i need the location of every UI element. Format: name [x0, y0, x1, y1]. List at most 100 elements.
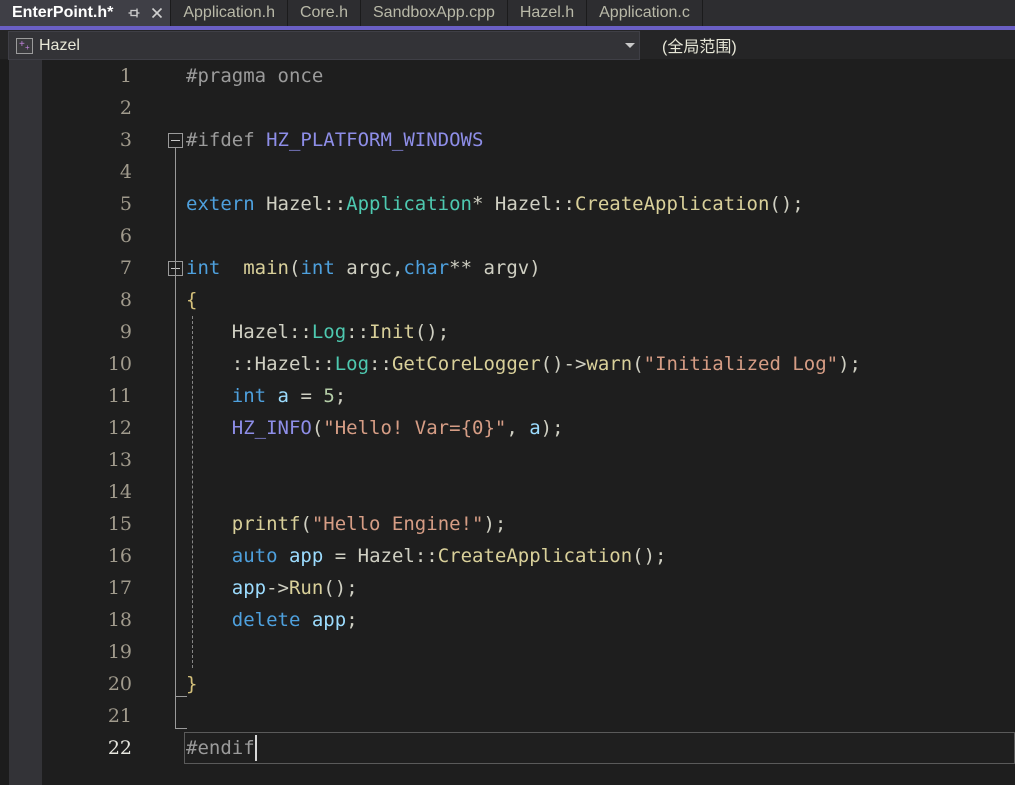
- code-line-text: {: [186, 284, 197, 316]
- code-token: (: [632, 353, 644, 375]
- code-token: app: [311, 609, 347, 631]
- code-line[interactable]: 14: [42, 476, 1015, 508]
- code-line[interactable]: 20}: [42, 668, 1015, 700]
- code-token: ();: [414, 321, 450, 343]
- code-token: (: [300, 513, 312, 535]
- code-line-text: #endif: [186, 732, 255, 764]
- selection-margin[interactable]: [9, 60, 42, 785]
- code-line[interactable]: 18 delete app;: [42, 604, 1015, 636]
- code-token: ();: [769, 193, 804, 215]
- code-line[interactable]: 3 #ifdef HZ_PLATFORM_WINDOWS: [42, 124, 1015, 156]
- editor-tab[interactable]: Hazel.h: [507, 0, 588, 26]
- code-token: ();: [632, 545, 667, 567]
- code-token: CreateApplication: [437, 545, 633, 567]
- code-line[interactable]: 22 #endif: [42, 732, 1015, 764]
- code-token: int: [231, 385, 267, 407]
- line-number: 6: [119, 225, 132, 247]
- pin-icon[interactable]: [127, 6, 141, 20]
- fold-region-foot: [175, 728, 187, 729]
- line-number: 14: [107, 481, 132, 503]
- code-line-text: ::Hazel::Log::GetCoreLogger()->warn("Ini…: [186, 348, 861, 380]
- code-line[interactable]: 2: [42, 92, 1015, 124]
- code-line[interactable]: 13: [42, 444, 1015, 476]
- code-token: warn: [586, 353, 633, 375]
- code-line-text: int main(int argc,char** argv): [186, 252, 541, 284]
- code-line[interactable]: 21: [42, 700, 1015, 732]
- project-dropdown[interactable]: Hazel: [8, 31, 640, 60]
- text-caret: [254, 735, 257, 761]
- code-line[interactable]: 12 HZ_INFO("Hello! Var={0}", a);: [42, 412, 1015, 444]
- code-line-text: HZ_INFO("Hello! Var={0}", a);: [186, 412, 564, 444]
- code-token: Hazel::: [254, 193, 347, 215]
- code-token: extern: [186, 193, 255, 215]
- code-token: #endif: [186, 737, 255, 759]
- code-token: #pragma once: [186, 65, 324, 87]
- scope-dropdown[interactable]: (全局范围): [640, 30, 737, 59]
- code-line[interactable]: 4: [42, 156, 1015, 188]
- line-number: 17: [107, 577, 132, 599]
- line-number: 8: [119, 289, 132, 311]
- code-token: ::: [346, 321, 370, 343]
- code-line[interactable]: 11 int a = 5;: [42, 380, 1015, 412]
- code-line[interactable]: 15 printf("Hello Engine!");: [42, 508, 1015, 540]
- code-token: 5: [323, 385, 335, 407]
- code-token: a: [529, 417, 541, 439]
- code-token: = Hazel::: [323, 545, 438, 567]
- code-line[interactable]: 9 Hazel::Log::Init();: [42, 316, 1015, 348]
- line-number: 18: [107, 609, 132, 631]
- code-line[interactable]: 6: [42, 220, 1015, 252]
- line-number: 19: [107, 641, 132, 663]
- indent-guide: [192, 316, 193, 668]
- code-token: a: [277, 385, 289, 407]
- code-surface[interactable]: 1 #pragma once 2 3 #ifdef HZ_PLATFORM_WINDOW…: [42, 60, 1015, 785]
- code-line[interactable]: 7 int main(int argc,char** argv): [42, 252, 1015, 284]
- editor-tab[interactable]: Application.h: [171, 0, 288, 26]
- line-number: 2: [119, 97, 132, 119]
- code-token: ::Hazel::: [186, 353, 335, 375]
- line-number: 7: [119, 257, 132, 279]
- code-line[interactable]: 10 ::Hazel::Log::GetCoreLogger()->warn("…: [42, 348, 1015, 380]
- code-line[interactable]: 17 app->Run();: [42, 572, 1015, 604]
- line-number: 13: [107, 449, 132, 471]
- fold-collapse-icon[interactable]: [168, 133, 183, 148]
- chevron-down-icon[interactable]: [621, 32, 639, 59]
- fold-region-foot: [175, 696, 187, 697]
- code-token: Init: [369, 321, 415, 343]
- code-token: ;: [334, 385, 347, 407]
- code-token: ,: [506, 417, 530, 439]
- tab-label: Hazel.h: [519, 4, 575, 21]
- code-line-text: int a = 5;: [186, 380, 346, 412]
- line-number: 9: [119, 321, 132, 343]
- code-token: ;: [346, 609, 358, 631]
- code-line[interactable]: 16 auto app = Hazel::CreateApplication()…: [42, 540, 1015, 572]
- code-token: Application: [346, 193, 472, 215]
- code-token: Log: [311, 321, 347, 343]
- editor-tab[interactable]: SandboxApp.cpp: [361, 0, 508, 26]
- line-number: 4: [119, 161, 132, 183]
- editor-tab[interactable]: Core.h: [287, 0, 361, 26]
- code-token: =: [289, 385, 324, 407]
- code-line[interactable]: 5 extern Hazel::Application* Hazel::Creat…: [42, 188, 1015, 220]
- code-token: (: [288, 257, 301, 279]
- line-number: 16: [107, 545, 132, 567]
- line-number: 1: [119, 65, 132, 87]
- editor-tab[interactable]: Application.c: [587, 0, 703, 26]
- code-token: Run: [288, 577, 324, 599]
- tab-label: Core.h: [299, 4, 348, 21]
- code-line[interactable]: 1 #pragma once: [42, 60, 1015, 92]
- line-number: 21: [107, 705, 132, 727]
- code-line-text: printf("Hello Engine!");: [186, 508, 507, 540]
- code-line[interactable]: 19: [42, 636, 1015, 668]
- code-token: Hazel::: [186, 321, 312, 343]
- editor-tab[interactable]: EnterPoint.h*: [0, 0, 172, 26]
- code-token: Log: [334, 353, 370, 375]
- code-editor[interactable]: 1 #pragma once 2 3 #ifdef HZ_PLATFORM_WINDOW…: [0, 60, 1015, 785]
- close-icon[interactable]: [150, 6, 164, 20]
- code-token: "Hello Engine!": [311, 513, 484, 535]
- change-track-strip: [0, 60, 9, 785]
- line-number: 3: [119, 129, 132, 151]
- code-line[interactable]: 8{: [42, 284, 1015, 316]
